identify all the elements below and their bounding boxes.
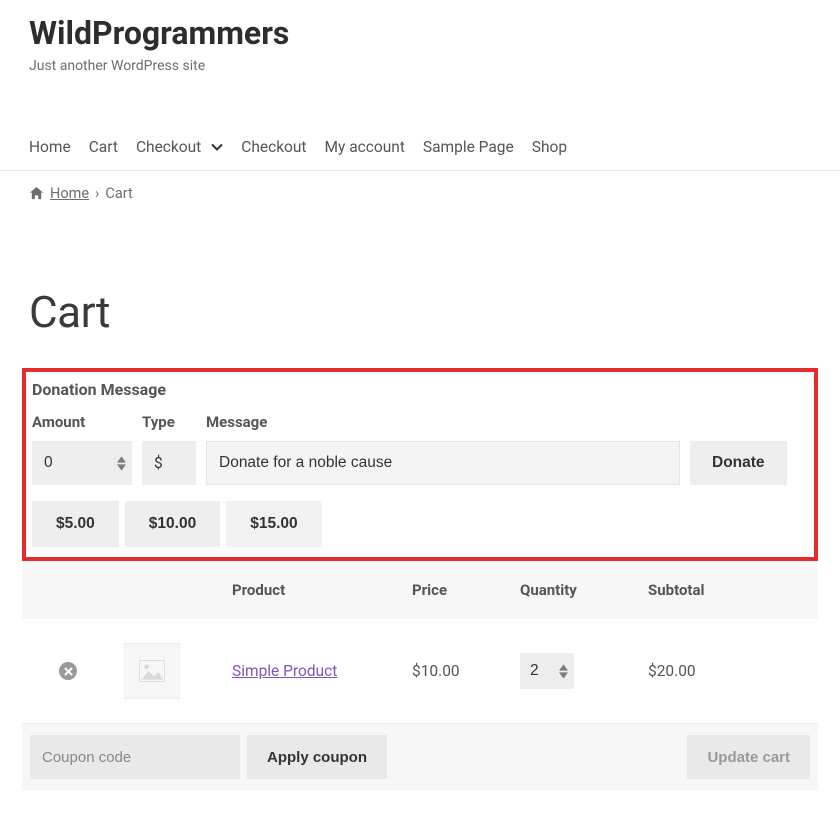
donation-message-label: Message: [206, 413, 680, 431]
breadcrumb-separator: ›: [95, 185, 99, 202]
breadcrumb: Home › Cart: [0, 171, 840, 216]
breadcrumb-current: Cart: [105, 185, 132, 202]
table-row: Simple Product $10.00 $20.00: [22, 619, 818, 724]
nav-item-shop[interactable]: Shop: [532, 138, 567, 156]
placeholder-image-icon: [139, 660, 165, 682]
col-product: Product: [222, 561, 402, 619]
site-tagline: Just another WordPress site: [29, 58, 811, 74]
col-thumb: [114, 561, 222, 619]
nav-item-checkout-parent[interactable]: Checkout: [136, 138, 223, 156]
cart-actions: Apply coupon Update cart: [22, 724, 818, 790]
donation-preset-1[interactable]: $5.00: [32, 501, 119, 547]
number-spinner-icon[interactable]: [117, 456, 126, 471]
price-value: $10.00: [402, 619, 510, 724]
page-title: Cart: [0, 286, 840, 338]
donation-amount-label: Amount: [32, 413, 132, 431]
home-icon: [29, 186, 44, 201]
product-thumbnail[interactable]: [124, 643, 180, 699]
nav-item-home[interactable]: Home: [29, 138, 71, 156]
product-link[interactable]: Simple Product: [232, 662, 337, 680]
subtotal-value: $20.00: [638, 619, 818, 724]
nav-item-my-account[interactable]: My account: [325, 138, 405, 156]
nav-item-label: Checkout: [136, 138, 201, 156]
nav-item-checkout[interactable]: Checkout: [241, 138, 306, 156]
breadcrumb-home-link[interactable]: Home: [50, 185, 89, 202]
col-remove: [22, 561, 114, 619]
number-spinner-icon[interactable]: [559, 664, 568, 679]
update-cart-button[interactable]: Update cart: [687, 735, 810, 779]
close-icon: [64, 667, 73, 676]
cart-table: Product Price Quantity Subtotal Simple: [22, 561, 818, 724]
donation-preset-3[interactable]: $15.00: [226, 501, 321, 547]
donation-type-value: $: [142, 441, 196, 485]
nav-item-sample-page[interactable]: Sample Page: [423, 138, 514, 156]
apply-coupon-button[interactable]: Apply coupon: [247, 735, 387, 779]
primary-nav: Home Cart Checkout Checkout My account S…: [0, 126, 840, 171]
donate-button[interactable]: Donate: [690, 441, 787, 485]
col-subtotal: Subtotal: [638, 561, 818, 619]
donation-message-input[interactable]: [206, 441, 680, 485]
donation-heading: Donation Message: [30, 380, 810, 399]
donation-box: Donation Message Amount Type $ Message: [22, 368, 818, 561]
col-quantity: Quantity: [510, 561, 638, 619]
remove-item-button[interactable]: [59, 662, 77, 680]
col-price: Price: [402, 561, 510, 619]
chevron-down-icon: [211, 141, 223, 153]
donation-type-label: Type: [142, 413, 196, 431]
coupon-code-input[interactable]: [30, 735, 240, 779]
site-title: WildProgrammers: [29, 0, 811, 52]
donation-preset-2[interactable]: $10.00: [125, 501, 220, 547]
nav-item-cart[interactable]: Cart: [89, 138, 118, 156]
